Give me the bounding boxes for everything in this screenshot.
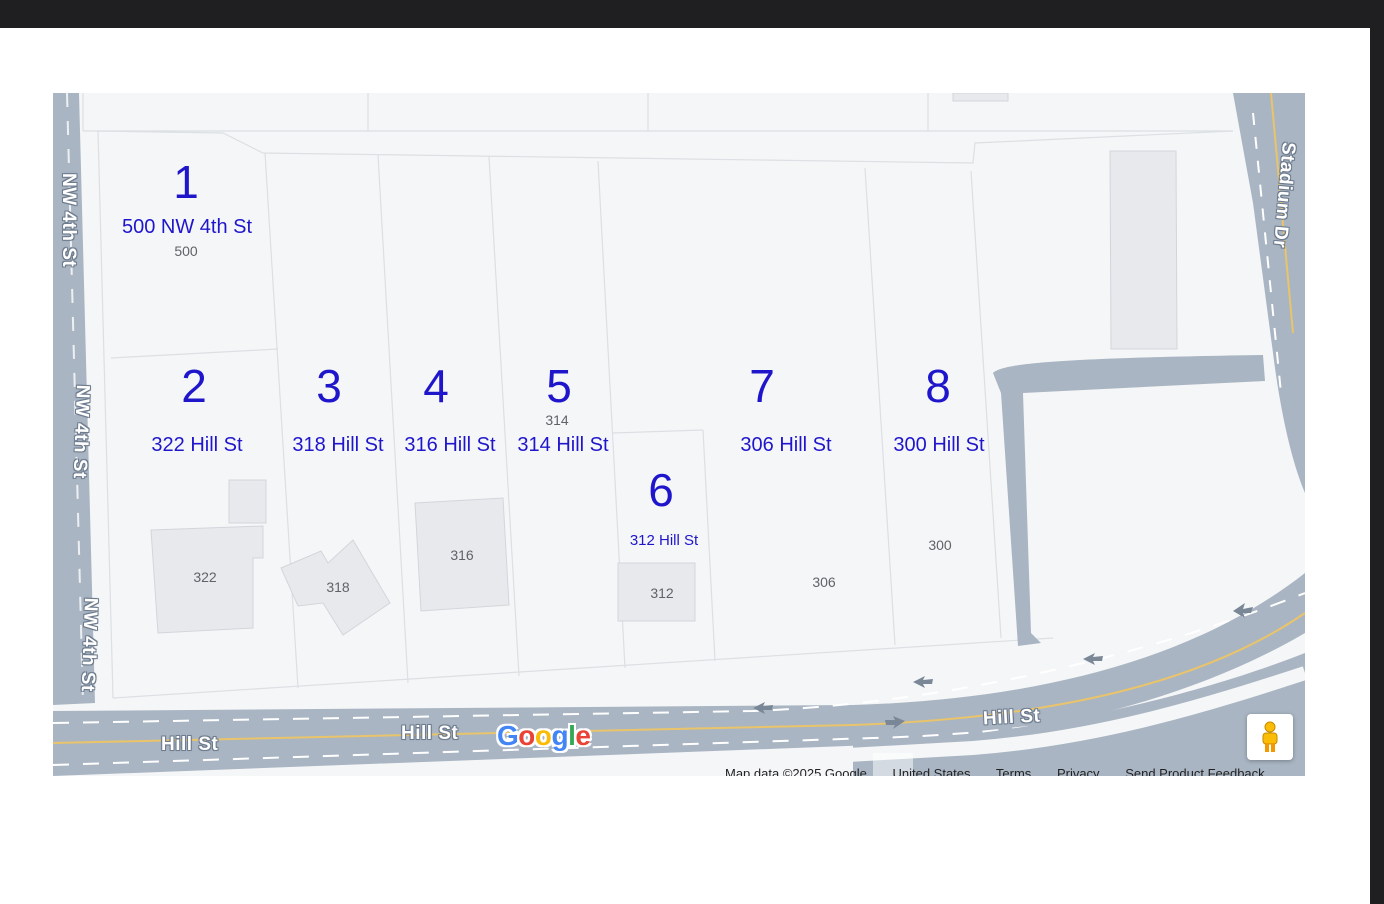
window-right-edge bbox=[1370, 28, 1384, 904]
lot-number-8: 8 bbox=[925, 360, 951, 412]
parcel-number-306: 306 bbox=[812, 574, 836, 590]
map-footer: Map data ©2025 Google United States Term… bbox=[725, 766, 1287, 776]
parcel-number-316: 316 bbox=[450, 547, 474, 563]
road-label-nw4th-bottom: NW 4th St bbox=[76, 597, 101, 693]
lot-number-5: 5 bbox=[546, 360, 572, 412]
lot-address-7: 306 Hill St bbox=[740, 434, 832, 456]
road-label-hill-left: Hill St bbox=[161, 734, 219, 755]
lot-address-3: 318 Hill St bbox=[292, 434, 384, 456]
send-feedback-link[interactable]: Send Product Feedback bbox=[1125, 766, 1264, 776]
parcel-number-314: 314 bbox=[545, 412, 569, 428]
map-data-attribution: Map data ©2025 Google bbox=[725, 766, 867, 776]
region-link[interactable]: United States bbox=[892, 766, 970, 776]
lot-number-1: 1 bbox=[173, 156, 199, 208]
pegman-icon bbox=[1262, 721, 1278, 752]
lot-address-2: 322 Hill St bbox=[151, 434, 243, 456]
parcel-number-300: 300 bbox=[928, 537, 952, 553]
road-label-nw4th-mid: NW 4th St bbox=[68, 384, 93, 480]
map-view[interactable]: NW 4th St NW 4th St NW 4th St Stadium Dr… bbox=[53, 93, 1305, 776]
parcel-number-500: 500 bbox=[174, 243, 198, 259]
street-view-button[interactable] bbox=[1247, 714, 1293, 760]
lot-address-8: 300 Hill St bbox=[893, 434, 985, 456]
road-label-hill-mid: Hill St bbox=[401, 723, 459, 744]
terms-link[interactable]: Terms bbox=[996, 766, 1031, 776]
google-logo: Google bbox=[497, 720, 591, 751]
lot-address-1: 500 NW 4th St bbox=[121, 216, 253, 238]
road-label-hill-right: Hill St bbox=[982, 705, 1041, 730]
lot-number-6: 6 bbox=[648, 464, 674, 516]
parcel-number-322: 322 bbox=[193, 569, 217, 585]
parcel-number-318: 318 bbox=[326, 579, 350, 595]
lot-number-3: 3 bbox=[316, 360, 342, 412]
lot-address-6: 312 Hill St bbox=[629, 532, 699, 549]
parcel-number-312: 312 bbox=[650, 585, 674, 601]
lot-address-5: 314 Hill St bbox=[517, 434, 609, 456]
lot-number-2: 2 bbox=[181, 360, 207, 412]
privacy-link[interactable]: Privacy bbox=[1057, 766, 1100, 776]
lot-number-7: 7 bbox=[749, 360, 775, 412]
browser-top-bar bbox=[0, 0, 1384, 28]
road-label-nw4th-top: NW 4th St bbox=[58, 173, 79, 268]
lot-address-4: 316 Hill St bbox=[404, 434, 496, 456]
lot-number-4: 4 bbox=[423, 360, 449, 412]
